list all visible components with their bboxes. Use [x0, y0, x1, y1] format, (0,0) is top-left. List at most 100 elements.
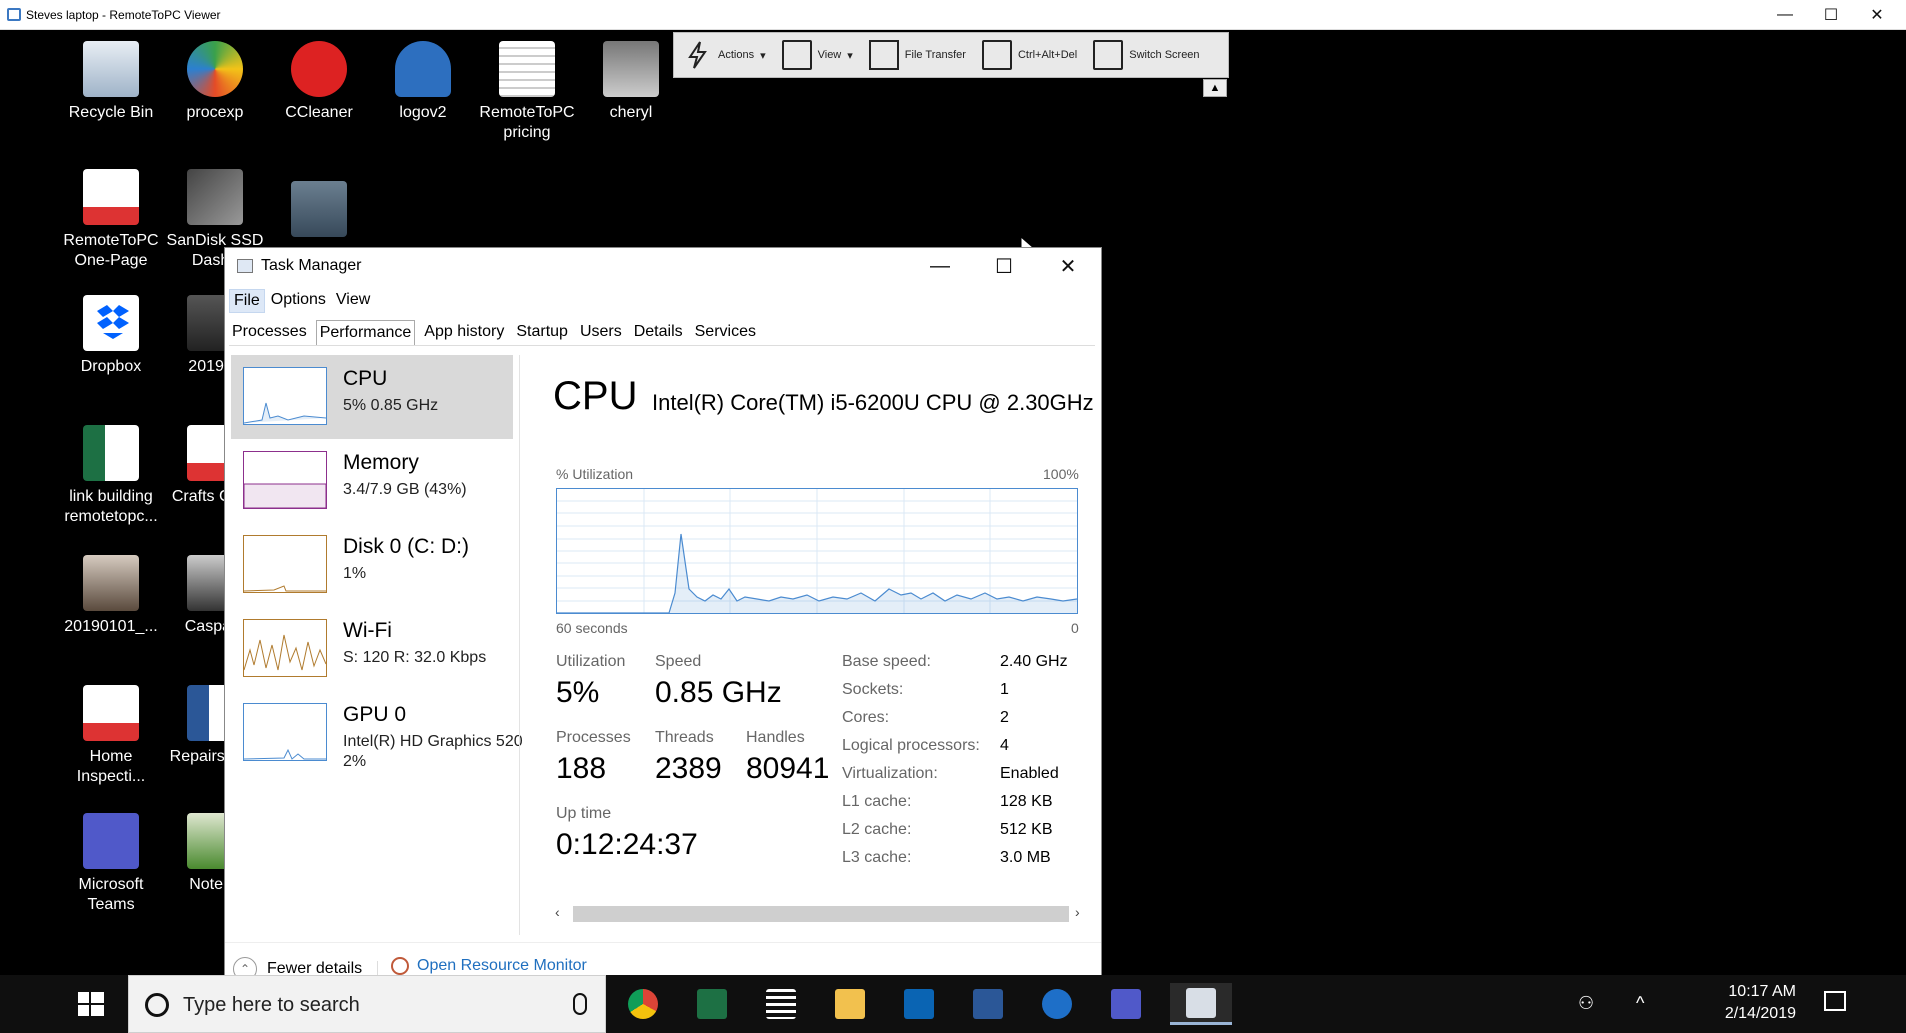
cloud-icon — [395, 41, 451, 97]
show-hidden-icons-chevron-icon[interactable]: ^ — [1636, 993, 1644, 1014]
resource-item-memory[interactable]: Memory 3.4/7.9 GB (43%) — [231, 439, 513, 523]
taskbar-app-teams[interactable] — [1103, 983, 1149, 1025]
taskbar-app-calculator[interactable] — [758, 983, 804, 1025]
windows-start-icon[interactable] — [76, 989, 106, 1019]
lightning-icon — [688, 41, 707, 69]
taskbar-app-outlook[interactable] — [896, 983, 942, 1025]
viewer-minimize-button[interactable]: — — [1762, 0, 1808, 30]
taskbar-app-excel[interactable] — [689, 983, 735, 1025]
desktop-icon-cheryl[interactable]: cheryl — [579, 41, 683, 123]
desktop-icon-logov2[interactable]: logov2 — [371, 41, 475, 123]
resource-monitor-icon — [391, 957, 409, 975]
scroll-right-icon[interactable]: › — [1075, 904, 1089, 922]
resource-name: Memory — [343, 451, 419, 474]
resource-item-cpu[interactable]: CPU 5% 0.85 GHz — [231, 355, 513, 439]
desktop-icon-microsoft-teams[interactable]: Microsoft Teams — [59, 813, 163, 915]
desktop-icon-link-building[interactable]: link building remotetopc... — [59, 425, 163, 527]
desktop-icon-ccleaner[interactable]: CCleaner — [267, 41, 371, 123]
desktop-icon-label: Dropbox — [80, 358, 142, 375]
resource-sub: 3.4/7.9 GB (43%) — [343, 481, 467, 498]
excel-icon — [697, 989, 727, 1019]
microphone-icon[interactable] — [573, 993, 587, 1015]
chrome-icon — [628, 989, 658, 1019]
uptime-label: Up time — [556, 805, 612, 822]
outlook-icon — [904, 989, 934, 1019]
tab-users[interactable]: Users — [577, 320, 625, 345]
horizontal-scrollbar[interactable]: ‹ › — [555, 904, 1087, 922]
spec-cores-label: Cores: — [842, 709, 890, 726]
resource-item-gpu[interactable]: GPU 0 Intel(R) HD Graphics 520 2% — [231, 691, 523, 775]
tab-startup[interactable]: Startup — [513, 320, 571, 345]
utilization-max-label: 100% — [1043, 466, 1079, 482]
resource-name: Disk 0 (C: D:) — [343, 535, 469, 558]
viewer-maximize-button[interactable]: ☐ — [1808, 0, 1854, 30]
search-placeholder: Type here to search — [183, 994, 360, 1016]
spec-l1-cache-value: 128 KB — [1000, 793, 1053, 810]
viewer-close-button[interactable]: ✕ — [1854, 0, 1900, 30]
desktop-icon-home-inspection[interactable]: Home Inspecti... — [59, 685, 163, 787]
spec-logical-processors-value: 4 — [1000, 737, 1009, 754]
actions-button[interactable]: Actions ▾ — [674, 33, 774, 77]
taskbar-app-chrome[interactable] — [620, 983, 666, 1025]
desktop-icon-recycle-bin[interactable]: Recycle Bin — [59, 41, 163, 123]
spec-sockets-value: 1 — [1000, 681, 1009, 698]
taskbar-clock[interactable]: 10:17 AM 2/14/2019 — [1725, 981, 1796, 1025]
viewer-title: Steves laptop - RemoteToPC Viewer — [26, 8, 221, 22]
desktop-icon-label: procexp — [186, 104, 244, 121]
tm-minimize-button[interactable]: — — [908, 248, 972, 284]
resource-item-wifi[interactable]: Wi-Fi S: 120 R: 32.0 Kbps — [231, 607, 513, 691]
taskbar-app-word[interactable] — [965, 983, 1011, 1025]
desktop-icon-20190101[interactable]: 20190101_... — [59, 555, 163, 637]
tab-details[interactable]: Details — [631, 320, 686, 345]
desktop-icon-label: CCleaner — [285, 104, 353, 121]
desktop-icon-label: logov2 — [399, 104, 447, 121]
scroll-left-icon[interactable]: ‹ — [555, 904, 569, 922]
resource-name: GPU 0 — [343, 703, 407, 726]
action-center-icon[interactable] — [1824, 991, 1846, 1011]
taskbar-app-task-manager[interactable] — [1170, 983, 1232, 1025]
remote-toolbar: Actions ▾ View ▾ File Transfer Ctrl+Alt+… — [673, 32, 1229, 78]
photo-icon — [83, 555, 139, 611]
switch-screen-button[interactable]: Switch Screen — [1085, 33, 1207, 77]
menu-file[interactable]: File — [229, 289, 265, 313]
tm-close-button[interactable]: ✕ — [1036, 248, 1100, 284]
tm-maximize-button[interactable]: ☐ — [972, 248, 1036, 284]
desktop-icon-remotetopc-pricing[interactable]: RemoteToPC pricing — [475, 41, 579, 143]
tab-app-history[interactable]: App history — [421, 320, 507, 345]
clock-date: 2/14/2019 — [1724, 1005, 1796, 1022]
cortana-icon — [145, 993, 169, 1017]
viewer-app-icon — [7, 8, 21, 21]
open-resource-monitor-link[interactable]: Open Resource Monitor — [391, 957, 587, 975]
resource-sub: 5% 0.85 GHz — [343, 397, 439, 414]
processes-value: 188 — [556, 752, 607, 785]
desktop-icon-label: link building remotetopc... — [64, 488, 158, 525]
resource-sub: 1% — [343, 565, 367, 582]
photo-icon — [291, 181, 347, 237]
handles-value: 80941 — [746, 752, 830, 785]
toolbar-collapse-button[interactable]: ▲ — [1203, 79, 1227, 97]
tab-performance[interactable]: Performance — [315, 320, 416, 345]
file-transfer-button[interactable]: File Transfer — [861, 33, 974, 77]
desktop-icon-procexp[interactable]: procexp — [163, 41, 267, 123]
tab-processes[interactable]: Processes — [229, 320, 310, 345]
taskbar-search-box[interactable]: Type here to search — [128, 975, 606, 1033]
time-axis-label: 60 seconds — [556, 620, 628, 636]
dropbox-icon — [83, 295, 139, 351]
excel-icon — [83, 425, 139, 481]
view-button[interactable]: View ▾ — [774, 33, 861, 77]
desktop-icon-dropbox[interactable]: Dropbox — [59, 295, 163, 377]
task-manager-title-bar[interactable]: Task Manager — ☐ ✕ — [225, 248, 1101, 284]
resource-item-disk[interactable]: Disk 0 (C: D:) 1% — [231, 523, 513, 607]
menu-options[interactable]: Options — [267, 289, 330, 313]
scrollbar-thumb[interactable] — [573, 906, 1069, 922]
people-icon[interactable]: ⚇ — [1578, 993, 1594, 1014]
menu-view[interactable]: View — [332, 289, 374, 313]
pdf-icon — [83, 685, 139, 741]
remote-desktop[interactable]: Actions ▾ View ▾ File Transfer Ctrl+Alt+… — [0, 31, 1906, 1033]
tab-services[interactable]: Services — [692, 320, 759, 345]
taskbar-app-file-explorer[interactable] — [827, 983, 873, 1025]
desktop-icon-remotetopc-one-page[interactable]: RemoteToPC One-Page — [59, 169, 163, 271]
ctrl-alt-del-button[interactable]: Ctrl+Alt+Del — [974, 33, 1085, 77]
utilization-label: Utilization — [556, 653, 626, 670]
taskbar-app-lock[interactable] — [1034, 983, 1080, 1025]
